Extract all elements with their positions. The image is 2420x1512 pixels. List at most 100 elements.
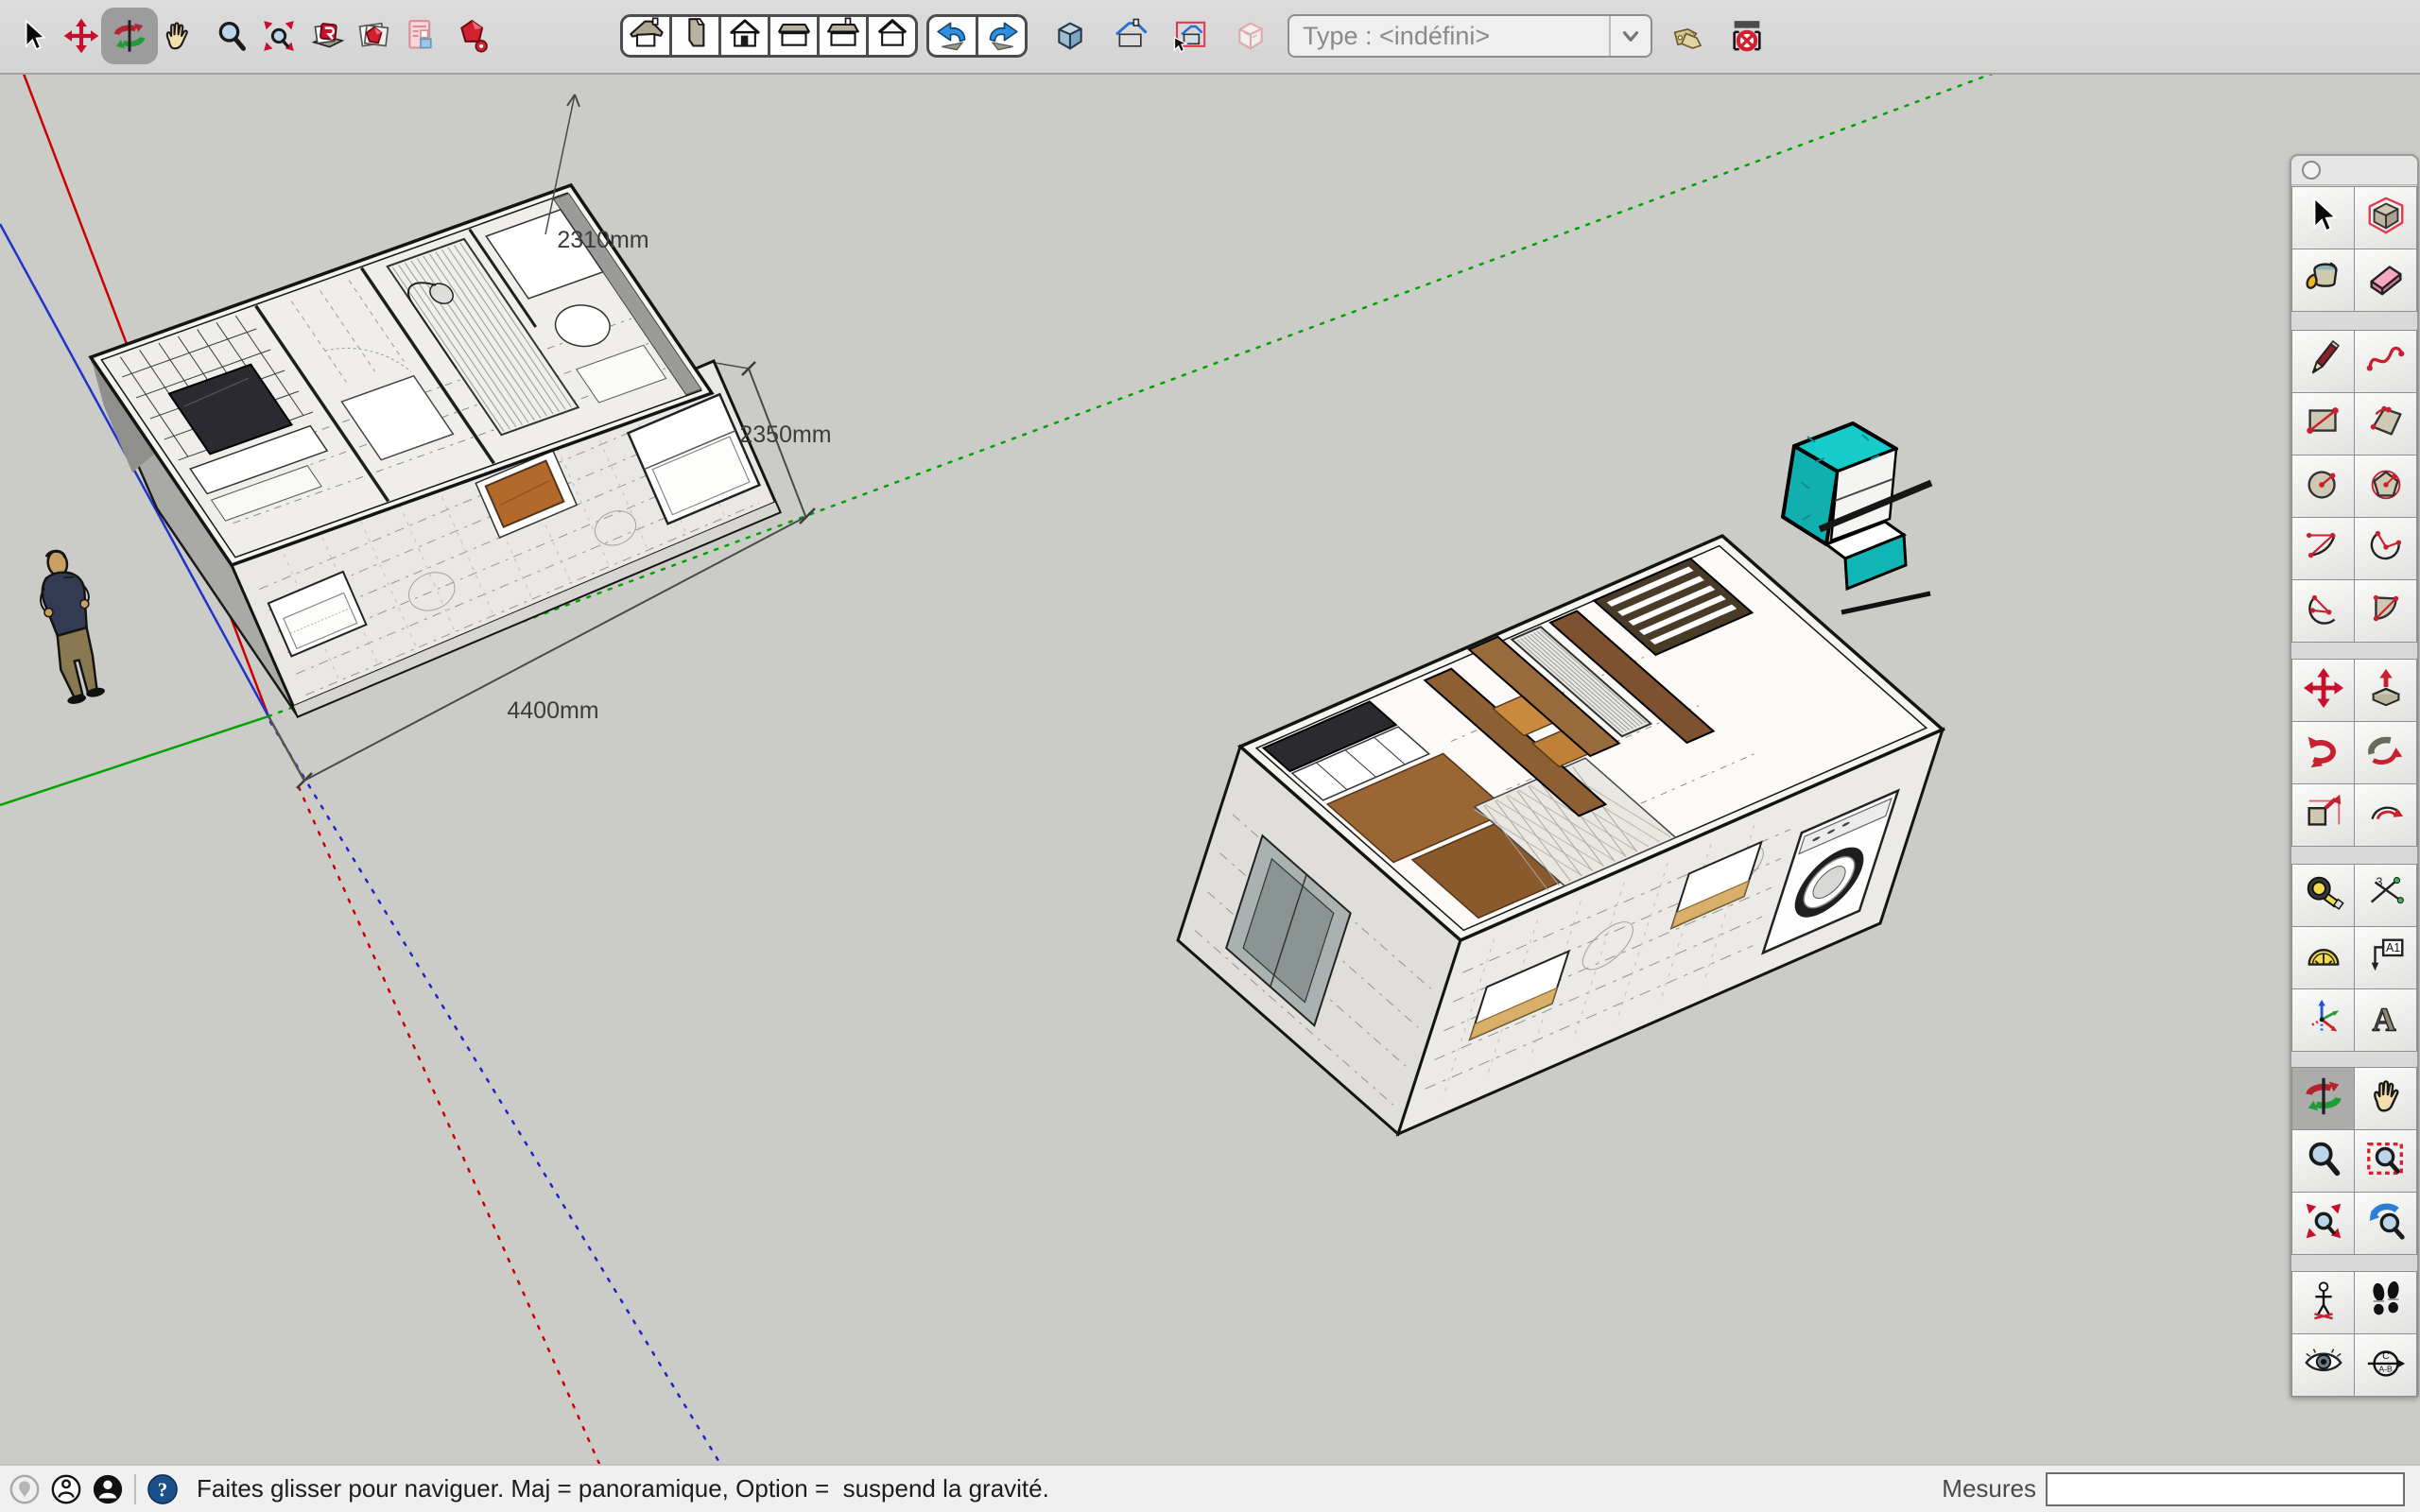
ruby-console-tool-icon xyxy=(454,17,492,55)
podium-plugin-tool-button[interactable] xyxy=(307,15,349,57)
svg-text:A1: A1 xyxy=(2386,941,2400,954)
tape-measure-tool-button[interactable] xyxy=(2292,865,2354,926)
podium-plugin-tool-icon xyxy=(309,17,347,55)
zoom-previous-tool-icon xyxy=(2364,1199,2408,1247)
compass-tool-button[interactable]: CA-B xyxy=(2355,1334,2416,1396)
rotate-tool-button[interactable] xyxy=(2292,722,2354,783)
credit-icon[interactable] xyxy=(49,1472,83,1506)
view-right-icon xyxy=(775,15,813,58)
view-right-button[interactable] xyxy=(768,17,817,55)
arc-tool-button[interactable] xyxy=(2292,518,2354,579)
walk-tool-button[interactable] xyxy=(2355,1272,2416,1333)
layout-plugin-tool-button[interactable] xyxy=(400,15,441,57)
move-tool-icon xyxy=(2302,666,2345,714)
3d-text-tool-button[interactable]: A xyxy=(2355,989,2416,1051)
offset-tool-icon xyxy=(2364,791,2408,839)
pie-tool-button[interactable] xyxy=(2355,518,2416,579)
follow-me-tool-button[interactable] xyxy=(2355,722,2416,783)
view-top-icon xyxy=(677,15,715,58)
add-house-tool-button[interactable] xyxy=(1110,15,1151,57)
hide-rest-tool-button[interactable] xyxy=(1726,15,1768,57)
tags-tool-button[interactable]: XYZ xyxy=(1669,15,1711,57)
select-tool-button[interactable] xyxy=(13,15,55,57)
redo-button[interactable] xyxy=(976,17,1025,55)
protractor-tool-button[interactable] xyxy=(2292,927,2354,988)
svg-text:?: ? xyxy=(158,1479,167,1501)
pan-tool-button[interactable] xyxy=(156,15,198,57)
render-plugin-tool-icon xyxy=(355,17,393,55)
help-icon[interactable]: ? xyxy=(146,1472,180,1506)
compass-tool-icon: CA-B xyxy=(2364,1341,2408,1389)
orbit-tool-button[interactable] xyxy=(109,15,150,57)
model-canvas[interactable]: 4400mm 2350mm 2310mm xyxy=(0,73,2420,1464)
zoom-extents-tool-button[interactable] xyxy=(2292,1193,2354,1254)
pan-tool-icon xyxy=(158,17,196,55)
view-top-button[interactable] xyxy=(669,17,718,55)
status-message: Faites glisser pour naviguer. Maj = pano… xyxy=(197,1474,1049,1503)
ghost-block-tool-button[interactable] xyxy=(1230,15,1271,57)
zoom-window-tool-icon xyxy=(2364,1137,2408,1185)
polygon-tool-button[interactable] xyxy=(2355,455,2416,517)
move-tool-icon xyxy=(62,17,100,55)
add-house-tool-icon xyxy=(1112,17,1150,55)
palette-close-button[interactable] xyxy=(2302,161,2321,180)
render-plugin-tool-button[interactable] xyxy=(354,15,395,57)
ruby-console-tool-button[interactable] xyxy=(452,15,493,57)
measurements-input[interactable] xyxy=(2046,1472,2405,1506)
zoom-tool-button[interactable] xyxy=(211,15,252,57)
dimension-tool-button[interactable]: 3 xyxy=(2355,865,2416,926)
view-iso-button[interactable] xyxy=(623,17,669,55)
zoom-tool-button[interactable] xyxy=(2292,1130,2354,1192)
geolocation-icon[interactable] xyxy=(8,1472,42,1506)
dimension-height-label: 2350mm xyxy=(739,421,831,448)
undo-button[interactable] xyxy=(929,17,976,55)
view-front-button[interactable] xyxy=(718,17,768,55)
push-pull-tool-button[interactable] xyxy=(2355,660,2416,721)
measurements-label: Mesures xyxy=(1942,1474,2036,1503)
zoom-extents-tool-icon xyxy=(260,17,298,55)
orbit-tool-button[interactable] xyxy=(2292,1068,2354,1129)
freehand-tool-button[interactable] xyxy=(2355,331,2416,392)
offset-tool-button[interactable] xyxy=(2355,784,2416,846)
pan-tool-button[interactable] xyxy=(2355,1068,2416,1129)
paint-bucket-tool-button[interactable] xyxy=(2292,249,2354,311)
view-back-button[interactable] xyxy=(817,17,866,55)
line-tool-button[interactable] xyxy=(2292,331,2354,392)
zoom-extents-tool-button[interactable] xyxy=(258,15,300,57)
zoom-window-tool-button[interactable] xyxy=(2355,1130,2416,1192)
top-toolbar: Type : <indéfini> XYZ xyxy=(0,0,2420,75)
text-tool-button[interactable]: A1 xyxy=(2355,927,2416,988)
make-component-tool-button[interactable] xyxy=(2355,187,2416,249)
move-tool-button[interactable] xyxy=(60,15,102,57)
arc3-tool-icon xyxy=(2302,587,2345,635)
add-block-tool-button[interactable] xyxy=(1049,15,1091,57)
pie-filled-tool-button[interactable] xyxy=(2355,580,2416,642)
account-icon[interactable] xyxy=(91,1472,125,1506)
select-model-tool-button[interactable] xyxy=(1170,15,1212,57)
pan-tool-icon xyxy=(2364,1074,2408,1123)
eraser-tool-button[interactable] xyxy=(2355,249,2416,311)
select-tool-icon xyxy=(2302,194,2345,242)
tags-tool-icon: XYZ xyxy=(1671,17,1709,55)
arc3-tool-button[interactable] xyxy=(2292,580,2354,642)
svg-text:A-B: A-B xyxy=(2378,1365,2393,1374)
circle-tool-button[interactable] xyxy=(2292,455,2354,517)
type-filter-dropdown[interactable]: Type : <indéfini> xyxy=(1288,14,1652,58)
layout-plugin-tool-icon xyxy=(402,17,440,55)
rotated-rectangle-tool-button[interactable] xyxy=(2355,393,2416,455)
scale-tool-button[interactable] xyxy=(2292,784,2354,846)
chevron-down-icon[interactable] xyxy=(1609,16,1651,56)
move-tool-button[interactable] xyxy=(2292,660,2354,721)
palette-titlebar[interactable] xyxy=(2291,156,2417,185)
view-left-button[interactable] xyxy=(866,17,915,55)
zoom-previous-tool-button[interactable] xyxy=(2355,1193,2416,1254)
dimension-length-label: 4400mm xyxy=(507,697,598,724)
axes-tool-button[interactable] xyxy=(2292,989,2354,1051)
look-around-tool-button[interactable] xyxy=(2292,1334,2354,1396)
position-camera-tool-button[interactable] xyxy=(2292,1272,2354,1333)
select-tool-button[interactable] xyxy=(2292,187,2354,249)
line-tool-icon xyxy=(2302,337,2345,386)
circle-tool-icon xyxy=(2302,462,2345,510)
rectangle-tool-button[interactable] xyxy=(2292,393,2354,455)
text-tool-icon: A1 xyxy=(2364,934,2408,982)
